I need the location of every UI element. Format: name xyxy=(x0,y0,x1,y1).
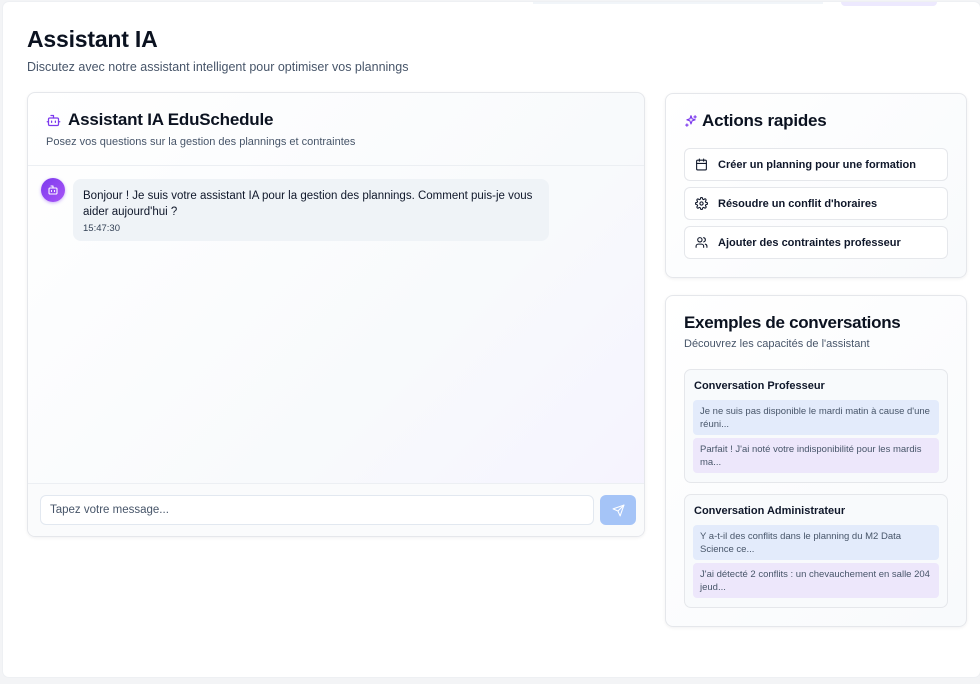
action-create-planning-button[interactable]: Créer un planning pour une formation xyxy=(684,148,948,181)
action-label: Créer un planning pour une formation xyxy=(718,158,916,171)
message-input[interactable] xyxy=(40,495,594,525)
example-conversation-professeur[interactable]: Conversation Professeur Je ne suis pas d… xyxy=(684,369,948,483)
examples-subtitle: Découvrez les capacités de l'assistant xyxy=(684,338,870,350)
sparkles-icon xyxy=(685,115,697,127)
action-label: Ajouter des contraintes professeur xyxy=(718,236,901,249)
conversation-title: Conversation Administrateur xyxy=(694,505,846,517)
page: Assistant IA Discutez avec notre assista… xyxy=(3,2,980,677)
chat-title: Assistant IA EduSchedule xyxy=(68,110,274,129)
message-text: Bonjour ! Je suis votre assistant IA pou… xyxy=(83,190,533,218)
page-subtitle: Discutez avec notre assistant intelligen… xyxy=(27,60,409,74)
assistant-message: Bonjour ! Je suis votre assistant IA pou… xyxy=(73,179,549,241)
bot-icon xyxy=(48,185,58,195)
composer xyxy=(28,483,644,536)
top-accent xyxy=(841,2,937,6)
quick-actions-title: Actions rapides xyxy=(702,111,827,130)
message-time: 15:47:30 xyxy=(83,223,120,234)
example-assistant-message: Parfait ! J'ai noté votre indisponibilit… xyxy=(693,438,939,473)
bot-icon xyxy=(46,114,61,127)
gear-icon xyxy=(695,197,708,210)
users-icon xyxy=(695,237,708,248)
assistant-avatar xyxy=(41,178,65,202)
calendar-icon xyxy=(696,158,707,171)
send-icon xyxy=(612,504,624,516)
example-assistant-message: J'ai détecté 2 conflits : un chevaucheme… xyxy=(693,563,939,598)
examples-title: Exemples de conversations xyxy=(684,313,901,332)
examples-panel: Exemples de conversations Découvrez les … xyxy=(665,295,967,627)
conversation-title: Conversation Professeur xyxy=(694,380,825,392)
example-conversation-administrateur[interactable]: Conversation Administrateur Y a-t-il des… xyxy=(684,494,948,608)
quick-actions-panel: Actions rapides Créer un planning pour u… xyxy=(665,93,967,278)
action-label: Résoudre un conflit d'horaires xyxy=(718,197,878,210)
message-list[interactable]: Bonjour ! Je suis votre assistant IA pou… xyxy=(28,167,644,483)
page-title: Assistant IA xyxy=(27,26,158,52)
chat-header: Assistant IA EduSchedule Posez vos quest… xyxy=(28,93,644,166)
send-button[interactable] xyxy=(600,495,636,525)
action-resolve-conflict-button[interactable]: Résoudre un conflit d'horaires xyxy=(684,187,948,220)
chat-panel: Assistant IA EduSchedule Posez vos quest… xyxy=(27,92,645,537)
action-add-constraints-button[interactable]: Ajouter des contraintes professeur xyxy=(684,226,948,259)
top-edge xyxy=(533,2,823,4)
example-user-message: Je ne suis pas disponible le mardi matin… xyxy=(693,400,939,435)
example-user-message: Y a-t-il des conflits dans le planning d… xyxy=(693,525,939,560)
chat-subtitle: Posez vos questions sur la gestion des p… xyxy=(46,136,356,148)
